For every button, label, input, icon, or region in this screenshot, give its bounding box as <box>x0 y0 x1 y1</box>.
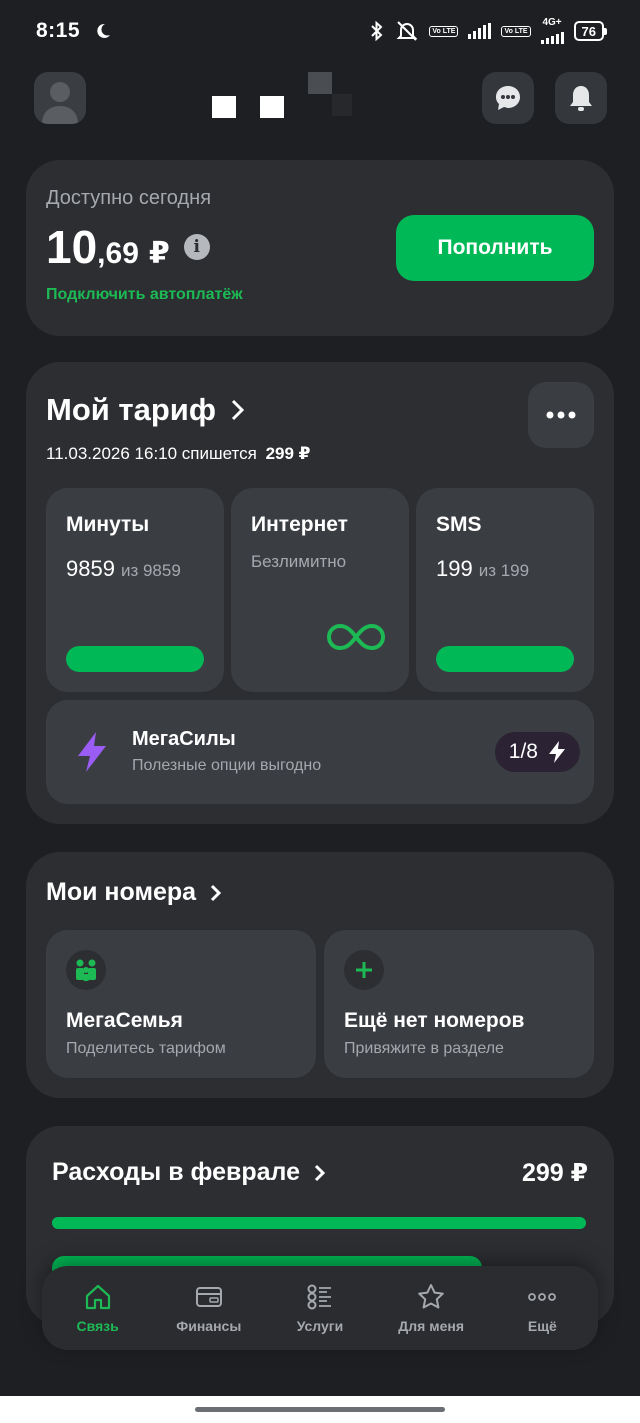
tab-services[interactable]: Услуги <box>270 1282 370 1334</box>
sms-total: из 199 <box>478 561 530 580</box>
status-time: 8:15 <box>36 19 81 42</box>
add-number-title: Ещё нет номеров <box>344 1009 525 1032</box>
volte-badge-1: Vo LTE <box>429 25 459 37</box>
numbers-title-link[interactable]: Мои номера <box>46 878 223 907</box>
tab-label: Связь <box>76 1318 119 1334</box>
sms-progress <box>436 646 574 672</box>
tariff-title: Мой тариф <box>46 392 216 427</box>
minutes-title: Минуты <box>66 513 150 536</box>
family-icon-wrap <box>66 950 106 990</box>
tab-label: Финансы <box>176 1318 242 1334</box>
megafamily-subtitle: Поделитесь тарифом <box>66 1040 226 1057</box>
internet-tile[interactable]: Интернет Безлимитно <box>231 488 409 692</box>
lightning-icon <box>78 732 106 772</box>
minutes-remaining: 9859 <box>66 556 115 581</box>
balance-amount: 10 ,69 ₽ i <box>46 220 210 274</box>
megasily-row[interactable]: МегаСилы Полезные опции выгодно 1/8 <box>46 700 594 804</box>
sms-progress-fill <box>436 646 574 672</box>
autopay-link[interactable]: Подключить автоплатёж <box>46 286 243 304</box>
balance-amount-integer: 10 <box>46 221 98 273</box>
chat-bubble-icon <box>496 86 520 110</box>
charge-amount: 299 ₽ <box>265 444 311 463</box>
charge-date: 11.03.2026 16:10 спишется <box>46 444 257 463</box>
signal-2-icon <box>540 28 564 44</box>
chevron-right-icon <box>210 884 222 901</box>
megafamily-tile[interactable]: МегаСемья Поделитесь тарифом <box>46 930 316 1078</box>
balance-currency: ₽ <box>148 237 170 270</box>
profile-avatar[interactable] <box>34 72 86 124</box>
more-dots-icon <box>546 411 576 419</box>
infinity-icon <box>327 623 385 651</box>
minutes-progress <box>66 646 204 672</box>
tab-svyaz[interactable]: Связь <box>48 1282 148 1334</box>
chevron-right-icon <box>314 1164 326 1181</box>
minutes-progress-fill <box>66 646 204 672</box>
minutes-tile[interactable]: Минуты 9859 из 9859 <box>46 488 224 692</box>
signal-1-icon <box>468 23 492 39</box>
user-avatar-icon <box>42 82 78 124</box>
topup-button[interactable]: Пополнить <box>396 215 594 281</box>
balance-label: Доступно сегодня <box>46 187 212 209</box>
minutes-total: из 9859 <box>120 561 181 580</box>
add-number-tile[interactable]: Ещё нет номеров Привяжите в разделе <box>324 930 594 1078</box>
megasily-count: 1/8 <box>508 740 538 763</box>
status-bar: 8:15 Vo LTE Vo LTE 4G+ 76 <box>0 0 640 62</box>
notifications-button[interactable] <box>555 72 607 124</box>
balance-card: Доступно сегодня 10 ,69 ₽ i Подключить а… <box>26 160 614 336</box>
lightning-small-icon <box>549 741 565 763</box>
balance-amount-fraction: ,69 <box>97 237 139 270</box>
sms-title: SMS <box>436 513 482 536</box>
volte-badge-2: Vo LTE <box>501 25 531 37</box>
home-indicator[interactable] <box>195 1407 445 1412</box>
chat-button[interactable] <box>482 72 534 124</box>
services-list-icon <box>307 1284 331 1310</box>
info-icon[interactable]: i <box>183 234 210 260</box>
sms-value: 199 из 199 <box>436 556 529 582</box>
megasily-subtitle: Полезные опции выгодно <box>132 757 322 774</box>
muted-bell-icon <box>396 21 418 41</box>
chevron-right-icon <box>231 399 245 421</box>
tariff-title-link[interactable]: Мой тариф <box>46 392 246 428</box>
bluetooth-icon <box>371 20 383 42</box>
plus-icon-wrap <box>344 950 384 990</box>
bell-icon <box>570 86 592 111</box>
star-icon <box>418 1284 444 1309</box>
megafamily-title: МегаСемья <box>66 1009 183 1032</box>
more-dots-icon <box>528 1293 557 1301</box>
expenses-bar <box>52 1217 586 1229</box>
numbers-title: Мои номера <box>46 878 197 906</box>
top-bar <box>34 72 608 126</box>
internet-value: Безлимитно <box>251 552 347 571</box>
expenses-title-link[interactable]: Расходы в феврале <box>52 1158 327 1187</box>
tab-label: Ещё <box>527 1318 557 1334</box>
numbers-card: Мои номера МегаСемья Поделитесь тарифом … <box>26 852 614 1098</box>
charge-info: 11.03.2026 16:10 спишется 299 ₽ <box>46 444 311 464</box>
expenses-title: Расходы в феврале <box>52 1158 300 1186</box>
tariff-more-button[interactable] <box>528 382 594 448</box>
tab-label: Услуги <box>296 1318 344 1334</box>
bottom-tab-bar: Связь Финансы Услуги Для меня Ещё <box>42 1266 598 1350</box>
sms-remaining: 199 <box>436 556 473 581</box>
tab-finance[interactable]: Финансы <box>159 1282 259 1334</box>
tariff-card: Мой тариф 11.03.2026 16:10 спишется 299 … <box>26 362 614 824</box>
network-type: 4G+ <box>542 17 562 28</box>
sms-tile[interactable]: SMS 199 из 199 <box>416 488 594 692</box>
plus-icon <box>356 962 372 978</box>
internet-title: Интернет <box>251 513 348 536</box>
tab-label: Для меня <box>398 1318 464 1334</box>
operator-logo <box>212 72 362 124</box>
tab-for-me[interactable]: Для меня <box>381 1282 481 1334</box>
home-icon <box>85 1284 110 1310</box>
expenses-amount: 299 ₽ <box>521 1159 588 1187</box>
minutes-value: 9859 из 9859 <box>66 556 181 582</box>
megasily-title: МегаСилы <box>132 728 236 750</box>
add-number-subtitle: Привяжите в разделе <box>344 1040 504 1057</box>
family-icon <box>76 959 96 981</box>
megasily-badge: 1/8 <box>494 732 580 772</box>
battery-indicator: 76 <box>573 21 608 41</box>
tab-more[interactable]: Ещё <box>492 1282 592 1334</box>
wallet-icon <box>195 1287 222 1307</box>
night-mode-icon <box>97 23 111 38</box>
